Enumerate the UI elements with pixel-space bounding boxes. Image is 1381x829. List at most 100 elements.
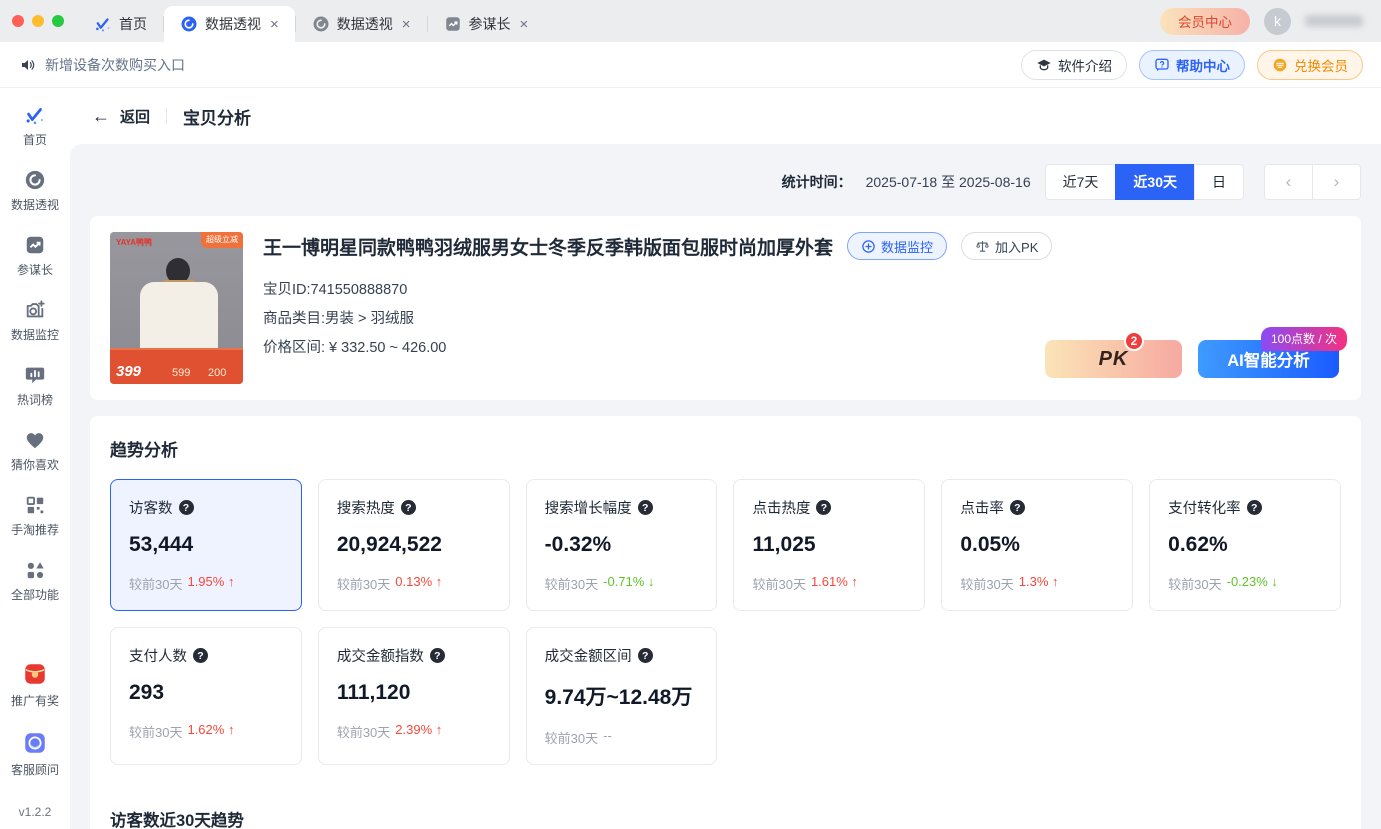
trend-analysis-section: 趋势分析 访客数? 53,444 较前30天1.95% ↑ 搜索热度? 20,9…	[90, 416, 1361, 829]
qr-grid-icon	[24, 494, 46, 516]
product-image-ribbon: 超级立减	[201, 232, 243, 248]
tab-label: 首页	[119, 14, 147, 34]
tab-close-icon[interactable]: ×	[520, 16, 529, 33]
back-arrow-icon[interactable]: ←	[92, 106, 110, 127]
sidebar-item-data-insight[interactable]: 数据透视	[0, 169, 70, 213]
sidebar-item-all-functions[interactable]: 全部功能	[0, 559, 70, 603]
plus-circle-icon	[861, 239, 876, 254]
sidebar-item-guess-you-like[interactable]: 猜你喜欢	[0, 429, 70, 473]
username-blurred	[1305, 15, 1363, 27]
help-center-button[interactable]: 帮助中心	[1139, 50, 1245, 80]
metric-value: 9.74万~12.48万	[545, 681, 699, 711]
sidebar-item-label: 数据透视	[11, 196, 59, 213]
notice-text[interactable]: 新增设备次数购买入口	[45, 55, 185, 75]
help-icon[interactable]: ?	[816, 500, 831, 515]
tab-strategist[interactable]: 参谋长 ×	[428, 6, 545, 42]
join-pk-button[interactable]: 加入PK	[961, 232, 1052, 260]
product-image[interactable]: YAYA鸭鸭 超级立减 399 599 200	[110, 232, 243, 384]
ai-cost-badge: 100点数 / 次	[1261, 327, 1347, 351]
pk-count-badge: 2	[1124, 331, 1144, 351]
sidebar-item-label: 数据监控	[11, 326, 59, 343]
sidebar-item-strategist[interactable]: 参谋长	[0, 234, 70, 278]
help-icon[interactable]: ?	[193, 648, 208, 663]
button-label: 加入PK	[995, 237, 1038, 256]
metric-value: 111,120	[337, 681, 491, 705]
sidebar-item-promo-reward[interactable]: 推广有奖	[0, 661, 70, 709]
help-icon[interactable]: ?	[1010, 500, 1025, 515]
next-period-button[interactable]: ›	[1312, 164, 1361, 200]
metric-card-pay-conversion[interactable]: 支付转化率? 0.62% 较前30天-0.23% ↓	[1149, 479, 1341, 611]
metric-value: 11,025	[752, 533, 906, 557]
page-title: 宝贝分析	[183, 104, 251, 129]
speaker-icon	[20, 57, 36, 73]
window-zoom-button[interactable]	[52, 15, 64, 27]
metric-card-gmv-index[interactable]: 成交金额指数? 111,120 较前30天2.39% ↑	[318, 627, 510, 765]
product-title: 王一博明星同款鸭鸭羽绒服男女士冬季反季韩版面包服时尚加厚外套	[263, 233, 833, 260]
tab-label: 参谋长	[469, 14, 511, 34]
ai-analysis-button[interactable]: AI智能分析 100点数 / 次	[1198, 340, 1339, 378]
help-icon[interactable]: ?	[401, 500, 416, 515]
metric-card-payers[interactable]: 支付人数? 293 较前30天1.62% ↑	[110, 627, 302, 765]
compass-icon	[24, 169, 46, 191]
member-center-button[interactable]: 会员中心	[1160, 8, 1250, 35]
metric-card-click-rate[interactable]: 点击率? 0.05% 较前30天1.3% ↑	[941, 479, 1133, 611]
metric-card-search-growth[interactable]: 搜索增长幅度? -0.32% 较前30天-0.71% ↓	[526, 479, 718, 611]
pk-button[interactable]: PK 2	[1045, 340, 1182, 378]
brand-check-icon	[24, 104, 46, 126]
metric-card-click-heat[interactable]: 点击热度? 11,025 较前30天1.61% ↑	[733, 479, 925, 611]
metric-label: 支付转化率	[1168, 497, 1241, 518]
trend-chart-icon	[24, 234, 46, 256]
stat-time-range[interactable]: 2025-07-18 至 2025-08-16	[866, 172, 1031, 192]
tab-data-insight-2[interactable]: 数据透视 ×	[296, 6, 427, 42]
data-monitor-button[interactable]: 数据监控	[847, 232, 947, 260]
sidebar-item-label: 热词榜	[17, 391, 53, 408]
window-close-button[interactable]	[12, 15, 24, 27]
avatar[interactable]: k	[1264, 8, 1291, 35]
sidebar-item-shoutao-recommend[interactable]: 手淘推荐	[0, 494, 70, 538]
compare-prefix: 较前30天	[1168, 574, 1221, 593]
metric-change: -0.71% ↓	[603, 574, 654, 593]
sidebar-item-home[interactable]: 首页	[0, 104, 70, 148]
software-intro-button[interactable]: 软件介绍	[1021, 50, 1127, 80]
sidebar-item-hot-words[interactable]: 热词榜	[0, 364, 70, 408]
help-icon[interactable]: ?	[179, 500, 194, 515]
sidebar-item-customer-service[interactable]: 客服顾问	[0, 730, 70, 778]
prev-period-button[interactable]: ‹	[1264, 164, 1313, 200]
metric-card-gmv-range[interactable]: 成交金额区间? 9.74万~12.48万 较前30天 --	[526, 627, 718, 765]
tab-close-icon[interactable]: ×	[402, 16, 411, 33]
compare-prefix: 较前30天	[545, 728, 598, 747]
range-option-30d[interactable]: 近30天	[1115, 164, 1195, 200]
traffic-lights	[0, 6, 78, 42]
metric-card-search-heat[interactable]: 搜索热度? 20,924,522 较前30天0.13% ↑	[318, 479, 510, 611]
redeem-member-button[interactable]: 兑换会员	[1257, 50, 1363, 80]
help-icon[interactable]: ?	[638, 648, 653, 663]
product-category: 商品类目:男装 > 羽绒服	[263, 305, 1341, 334]
heart-icon	[24, 429, 46, 451]
sidebar-item-label: 手淘推荐	[11, 521, 59, 538]
help-icon[interactable]: ?	[638, 500, 653, 515]
metric-label: 成交金额区间	[545, 645, 632, 666]
metric-change: 0.13% ↑	[395, 574, 442, 593]
metric-label: 点击率	[960, 497, 1004, 518]
metric-change: --	[603, 728, 612, 747]
product-card: YAYA鸭鸭 超级立减 399 599 200 王一博明星同款鸭鸭羽绒服男女士冬…	[90, 216, 1361, 400]
camera-plus-icon	[24, 299, 46, 321]
product-image-price-main: 399	[116, 363, 141, 380]
help-icon[interactable]: ?	[1247, 500, 1262, 515]
tab-close-icon[interactable]: ×	[270, 16, 279, 33]
header-divider	[166, 108, 167, 124]
product-id: 宝贝ID:741550888870	[263, 276, 1341, 305]
back-button[interactable]: 返回	[120, 106, 150, 127]
metric-change: 2.39% ↑	[395, 722, 442, 741]
help-icon[interactable]: ?	[430, 648, 445, 663]
tab-home[interactable]: 首页	[78, 6, 163, 42]
app-version: v1.2.2	[19, 805, 52, 819]
range-option-day[interactable]: 日	[1194, 164, 1244, 200]
range-option-7d[interactable]: 近7天	[1045, 164, 1117, 200]
brand-check-icon	[94, 15, 112, 33]
window-minimize-button[interactable]	[32, 15, 44, 27]
metric-card-visitors[interactable]: 访客数? 53,444 较前30天1.95% ↑	[110, 479, 302, 611]
compass-icon	[312, 15, 330, 33]
tab-data-insight-active[interactable]: 数据透视 ×	[164, 6, 295, 42]
sidebar-item-data-monitor[interactable]: 数据监控	[0, 299, 70, 343]
